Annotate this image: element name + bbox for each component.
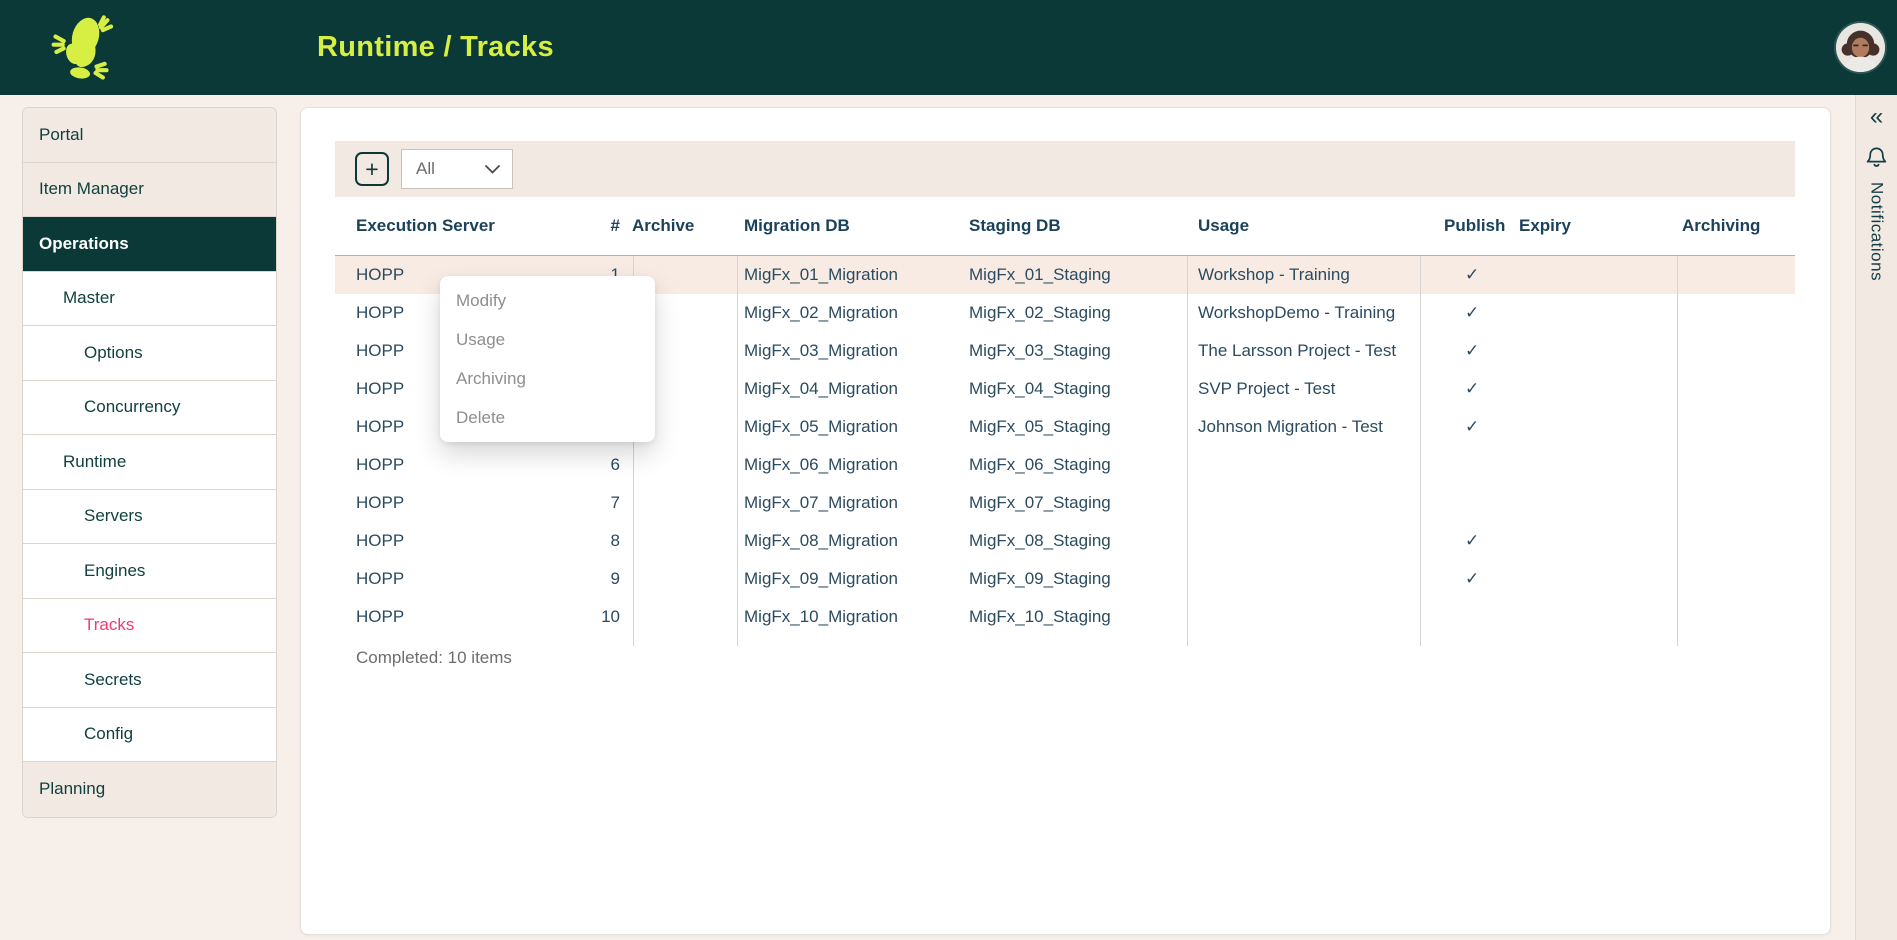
filter-select[interactable]: All bbox=[401, 149, 513, 189]
cell-staging-db: MigFx_10_Staging bbox=[961, 607, 1186, 627]
cell-staging-db: MigFx_05_Staging bbox=[961, 417, 1186, 437]
filter-selected-value: All bbox=[416, 159, 435, 179]
column-header-execution-server: Execution Server bbox=[335, 216, 597, 236]
table-row[interactable]: HOPP10 MigFx_10_MigrationMigFx_10_Staging bbox=[335, 598, 1795, 636]
cell-staging-db: MigFx_08_Staging bbox=[961, 531, 1186, 551]
publish-checkmark: ✓ bbox=[1419, 265, 1519, 285]
column-header-usage: Usage bbox=[1186, 216, 1419, 236]
app-root: Runtime / Tracks PortalItem ManagerOpera… bbox=[0, 0, 1897, 940]
publish-checkmark: ✓ bbox=[1419, 417, 1519, 437]
cell-migration-db: MigFx_01_Migration bbox=[736, 265, 961, 285]
cell-migration-db: MigFx_04_Migration bbox=[736, 379, 961, 399]
cell-migration-db: MigFx_06_Migration bbox=[736, 455, 961, 475]
column-header-publish: Publish bbox=[1419, 216, 1519, 236]
avatar-image bbox=[1836, 23, 1885, 72]
chevron-down-icon bbox=[485, 165, 500, 174]
cell-num: 10 bbox=[597, 607, 632, 627]
cell-usage: WorkshopDemo - Training bbox=[1186, 303, 1419, 323]
table-header: Execution Server#ArchiveMigration DBStag… bbox=[335, 197, 1795, 256]
cell-num: 7 bbox=[597, 493, 632, 513]
column-header-archive: Archive bbox=[632, 216, 736, 236]
page-title: Runtime / Tracks bbox=[317, 0, 554, 95]
publish-checkmark: ✓ bbox=[1419, 303, 1519, 323]
cell-migration-db: MigFx_08_Migration bbox=[736, 531, 961, 551]
cell-num: 6 bbox=[597, 455, 632, 475]
cell-migration-db: MigFx_07_Migration bbox=[736, 493, 961, 513]
cell-server: HOPP bbox=[335, 455, 597, 475]
publish-checkmark: ✓ bbox=[1419, 379, 1519, 399]
context-menu-item-modify[interactable]: Modify bbox=[440, 281, 655, 320]
context-menu-item-delete[interactable]: Delete bbox=[440, 398, 655, 437]
cell-num: 8 bbox=[597, 531, 632, 551]
sidebar-item-master[interactable]: Master bbox=[23, 272, 276, 327]
cell-usage: Johnson Migration - Test bbox=[1186, 417, 1419, 437]
cell-usage: The Larsson Project - Test bbox=[1186, 341, 1419, 361]
sidebar-item-concurrency[interactable]: Concurrency bbox=[23, 381, 276, 436]
sidebar-item-planning[interactable]: Planning bbox=[23, 762, 276, 817]
cell-staging-db: MigFx_02_Staging bbox=[961, 303, 1186, 323]
column-header-: # bbox=[597, 216, 632, 236]
cell-migration-db: MigFx_05_Migration bbox=[736, 417, 961, 437]
table-row[interactable]: HOPP7 MigFx_07_MigrationMigFx_07_Staging bbox=[335, 484, 1795, 522]
sidebar-item-portal[interactable]: Portal bbox=[23, 108, 276, 163]
notifications-rail: « Notifications bbox=[1855, 95, 1897, 940]
sidebar-item-tracks[interactable]: Tracks bbox=[23, 599, 276, 654]
publish-checkmark: ✓ bbox=[1419, 569, 1519, 589]
table-row[interactable]: HOPP9 MigFx_09_MigrationMigFx_09_Staging ✓ bbox=[335, 560, 1795, 598]
context-menu: ModifyUsageArchivingDelete bbox=[440, 276, 655, 442]
cell-migration-db: MigFx_03_Migration bbox=[736, 341, 961, 361]
cell-staging-db: MigFx_01_Staging bbox=[961, 265, 1186, 285]
table-row[interactable]: HOPP6 MigFx_06_MigrationMigFx_06_Staging bbox=[335, 446, 1795, 484]
sidebar-item-runtime[interactable]: Runtime bbox=[23, 435, 276, 490]
frog-logo-icon[interactable] bbox=[40, 6, 122, 88]
sidebar-item-engines[interactable]: Engines bbox=[23, 544, 276, 599]
column-header-archiving: Archiving bbox=[1676, 216, 1795, 236]
column-header-migration-db: Migration DB bbox=[736, 216, 961, 236]
bell-icon[interactable] bbox=[1865, 144, 1888, 169]
sidebar-item-config[interactable]: Config bbox=[23, 708, 276, 763]
cell-server: HOPP bbox=[335, 531, 597, 551]
column-header-expiry: Expiry bbox=[1519, 216, 1676, 236]
add-button[interactable]: + bbox=[355, 152, 389, 186]
context-menu-item-archiving[interactable]: Archiving bbox=[440, 359, 655, 398]
cell-staging-db: MigFx_04_Staging bbox=[961, 379, 1186, 399]
sidebar: PortalItem ManagerOperationsMasterOption… bbox=[22, 107, 277, 818]
cell-usage: SVP Project - Test bbox=[1186, 379, 1419, 399]
cell-usage: Workshop - Training bbox=[1186, 265, 1419, 285]
cell-server: HOPP bbox=[335, 607, 597, 627]
cell-migration-db: MigFx_10_Migration bbox=[736, 607, 961, 627]
cell-migration-db: MigFx_02_Migration bbox=[736, 303, 961, 323]
cell-num: 9 bbox=[597, 569, 632, 589]
publish-checkmark: ✓ bbox=[1419, 531, 1519, 551]
sidebar-item-secrets[interactable]: Secrets bbox=[23, 653, 276, 708]
cell-server: HOPP bbox=[335, 493, 597, 513]
sidebar-item-operations[interactable]: Operations bbox=[23, 217, 276, 272]
sidebar-item-options[interactable]: Options bbox=[23, 326, 276, 381]
user-avatar[interactable] bbox=[1836, 23, 1885, 72]
table-status: Completed: 10 items bbox=[356, 648, 512, 668]
context-menu-item-usage[interactable]: Usage bbox=[440, 320, 655, 359]
collapse-panel-icon[interactable]: « bbox=[1870, 103, 1883, 132]
app-header: Runtime / Tracks bbox=[0, 0, 1897, 95]
publish-checkmark: ✓ bbox=[1419, 341, 1519, 361]
cell-migration-db: MigFx_09_Migration bbox=[736, 569, 961, 589]
main-panel: + All Execution Server#ArchiveMigration … bbox=[300, 107, 1831, 935]
column-header-staging-db: Staging DB bbox=[961, 216, 1186, 236]
table-toolbar: + All bbox=[335, 141, 1795, 197]
cell-server: HOPP bbox=[335, 569, 597, 589]
cell-staging-db: MigFx_03_Staging bbox=[961, 341, 1186, 361]
sidebar-item-item-manager[interactable]: Item Manager bbox=[23, 163, 276, 218]
table-row[interactable]: HOPP8 MigFx_08_MigrationMigFx_08_Staging ✓ bbox=[335, 522, 1795, 560]
notifications-label: Notifications bbox=[1867, 182, 1887, 281]
sidebar-item-servers[interactable]: Servers bbox=[23, 490, 276, 545]
cell-staging-db: MigFx_06_Staging bbox=[961, 455, 1186, 475]
cell-staging-db: MigFx_09_Staging bbox=[961, 569, 1186, 589]
cell-staging-db: MigFx_07_Staging bbox=[961, 493, 1186, 513]
